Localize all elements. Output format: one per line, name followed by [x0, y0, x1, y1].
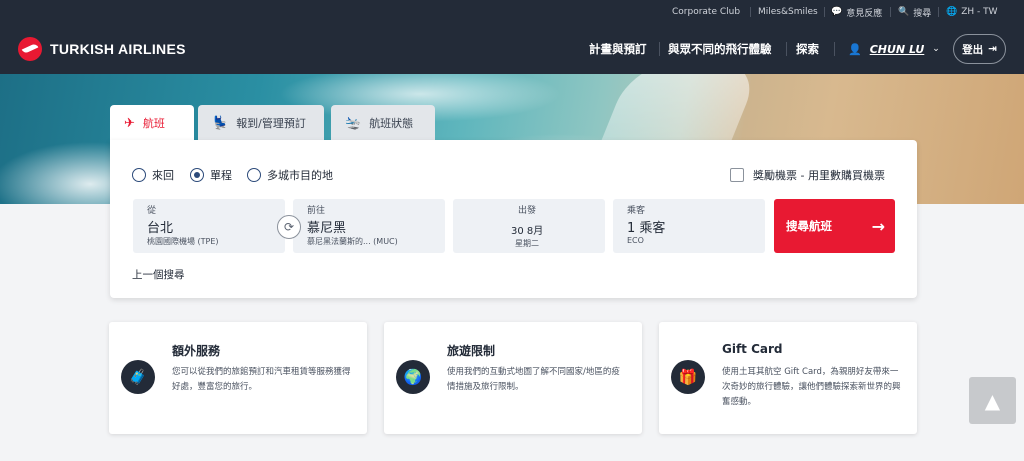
radio-multi-city[interactable]: 多城市目的地: [247, 167, 333, 183]
language-label: ZH - TW: [961, 7, 998, 17]
radio-label: 來回: [152, 169, 174, 182]
main-header: TURKISH AIRLINES 計畫與預訂 與眾不同的飛行體驗 探索 👤 CH…: [0, 24, 1024, 74]
chevron-down-icon: ⌄: [932, 44, 940, 54]
user-icon: 👤: [848, 42, 862, 56]
logo[interactable]: TURKISH AIRLINES: [18, 37, 186, 61]
card-description: 使用我們的互動式地圖了解不同國家/地區的疫情措施及旅行限制。: [447, 367, 620, 392]
from-label: 從: [147, 206, 157, 216]
card-description: 您可以從我們的旅館預訂和汽車租賃等服務獲得好處，豐富您的旅行。: [172, 367, 351, 392]
divider: [834, 42, 835, 56]
language-selector[interactable]: 🌐 ZH - TW: [946, 0, 998, 24]
status-icon: 🛬: [345, 115, 362, 131]
search-icon: 🔍: [898, 7, 910, 17]
world-icon: 🌍: [396, 360, 430, 394]
logout-button[interactable]: 登出 ⇥: [953, 34, 1006, 64]
miles-smiles-link[interactable]: Miles&Smiles: [758, 0, 818, 24]
tab-flight-status[interactable]: 🛬 航班狀態: [331, 105, 435, 141]
award-label: 獎勵機票 - 用里數購買機票: [753, 169, 885, 182]
search-link[interactable]: 🔍 搜尋: [898, 0, 931, 24]
tab-label: 航班狀態: [369, 117, 414, 130]
from-city: 台北: [147, 221, 174, 236]
chevron-up-icon: ▲: [984, 388, 1001, 413]
radio-circle: [247, 168, 261, 182]
to-label: 前往: [307, 206, 326, 216]
user-name: CHUN LU: [869, 42, 925, 56]
to-city: 慕尼黑: [307, 221, 347, 236]
to-field[interactable]: 前往 慕尼黑 慕尼黑法蘭斯的... (MUC): [293, 199, 445, 253]
tab-label: 航班: [142, 117, 165, 130]
passengers-label: 乘客: [627, 206, 646, 216]
search-flights-button[interactable]: 搜尋航班 →: [774, 199, 895, 253]
passengers-field[interactable]: 乘客 1 乘客 ECO: [613, 199, 765, 253]
divider: [890, 7, 891, 17]
card-title: 額外服務: [172, 344, 221, 358]
divider: [938, 7, 939, 17]
date-month: 8月: [526, 226, 544, 237]
date-label: 出發: [518, 206, 537, 216]
search-flights-label: 搜尋航班: [786, 219, 832, 233]
tab-flights[interactable]: ✈ 航班: [110, 105, 194, 141]
feedback-label: 意見反應: [846, 8, 883, 19]
from-field[interactable]: 從 台北 桃園國際機場 (TPE): [133, 199, 285, 253]
nav-experience[interactable]: 與眾不同的飛行體驗: [668, 24, 772, 74]
radio-circle: [132, 168, 146, 182]
card-title: Gift Card: [722, 342, 783, 356]
date-day-number: 30: [511, 226, 524, 237]
award-ticket-checkbox[interactable]: 獎勵機票 - 用里數購買機票: [730, 167, 885, 183]
chat-icon: 💬: [831, 7, 843, 17]
user-menu[interactable]: 👤 CHUN LU ⌄: [848, 24, 940, 74]
luggage-icon: 🧳: [121, 360, 155, 394]
card-title: 旅遊限制: [447, 344, 496, 358]
corporate-club-link[interactable]: Corporate Club: [672, 0, 740, 24]
passenger-count: 1 乘客: [627, 221, 666, 236]
seat-icon: 💺: [212, 115, 229, 131]
to-airport: 慕尼黑法蘭斯的... (MUC): [307, 237, 398, 246]
logout-icon: ⇥: [988, 43, 997, 55]
globe-icon: 🌐: [946, 7, 958, 17]
logo-mark: [18, 37, 42, 61]
radio-label: 單程: [210, 169, 232, 182]
tab-label: 報到/管理預訂: [236, 117, 306, 130]
previous-search-link[interactable]: 上一個搜尋: [132, 267, 185, 282]
tab-checkin-manage[interactable]: 💺 報到/管理預訂: [198, 105, 324, 141]
back-to-top-button[interactable]: ▲: [969, 377, 1016, 424]
radio-circle-selected: [190, 168, 204, 182]
divider: [786, 42, 787, 56]
info-card-extra-services[interactable]: 🧳 額外服務 您可以從我們的旅館預訂和汽車租賃等服務獲得好處，豐富您的旅行。: [109, 322, 367, 434]
radio-one-way[interactable]: 單程: [190, 167, 232, 183]
info-card-travel-restrictions[interactable]: 🌍 旅遊限制 使用我們的互動式地圖了解不同國家/地區的疫情措施及旅行限制。: [384, 322, 642, 434]
radio-round-trip[interactable]: 來回: [132, 167, 174, 183]
radio-label: 多城市目的地: [267, 169, 333, 182]
checkbox[interactable]: [730, 168, 744, 182]
arrow-right-icon: →: [871, 216, 885, 236]
nav-explore[interactable]: 探索: [796, 24, 819, 74]
plane-icon: ✈: [124, 115, 135, 131]
swap-button[interactable]: ⟳: [277, 215, 301, 239]
feedback-link[interactable]: 💬 意見反應: [831, 0, 882, 24]
from-airport: 桃園國際機場 (TPE): [147, 237, 219, 246]
brand-name: TURKISH AIRLINES: [50, 41, 186, 57]
divider: [750, 7, 751, 17]
gift-icon: 🎁: [671, 360, 705, 394]
info-card-gift-card[interactable]: 🎁 Gift Card 使用土耳其航空 Gift Card，為親朋好友帶來一次奇…: [659, 322, 917, 434]
utility-bar: Corporate Club Miles&Smiles 💬 意見反應 🔍 搜尋 …: [0, 0, 1024, 24]
divider: [824, 7, 825, 17]
date-day: 30 8月: [511, 222, 543, 237]
date-weekday: 星期二: [515, 239, 539, 248]
cabin-class: ECO: [627, 236, 644, 245]
swap-icon: ⟳: [283, 220, 295, 234]
search-label: 搜尋: [913, 8, 932, 19]
departure-date-field[interactable]: 出發 30 8月 星期二: [453, 199, 605, 253]
card-description: 使用土耳其航空 Gift Card，為親朋好友帶來一次奇妙的旅行體驗，讓他們體驗…: [722, 367, 901, 407]
logout-label: 登出: [962, 43, 984, 56]
divider: [659, 42, 660, 56]
nav-plan-book[interactable]: 計畫與預訂: [589, 24, 647, 74]
